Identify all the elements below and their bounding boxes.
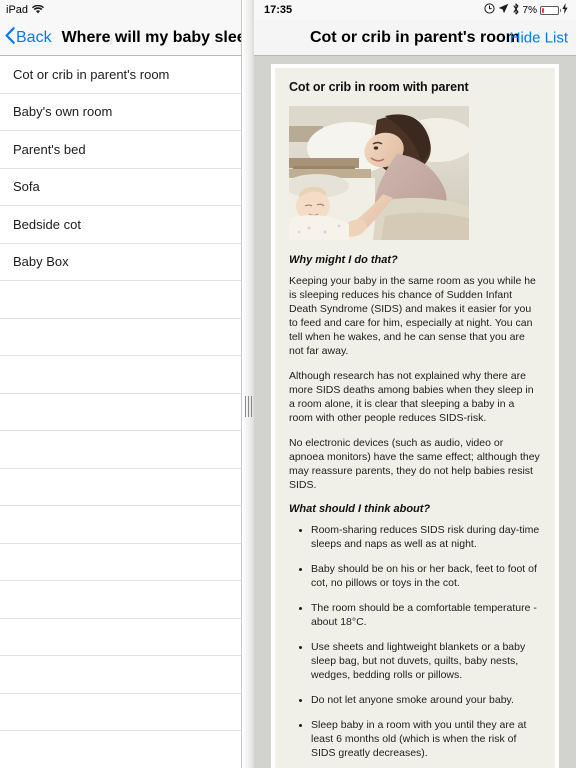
battery-icon — [540, 5, 561, 15]
hide-list-button[interactable]: Hide List — [510, 29, 568, 46]
list-item-empty — [0, 656, 241, 694]
left-status-bar: iPad — [0, 0, 241, 20]
list-item-empty — [0, 281, 241, 319]
list-item-empty — [0, 581, 241, 619]
article-heading: Cot or crib in room with parent — [289, 80, 469, 94]
status-icons-group: 7% — [483, 2, 568, 18]
article-photo — [289, 106, 469, 240]
list-item-empty — [0, 318, 241, 356]
list-item-empty — [0, 693, 241, 731]
detail-pane-title: Cot or crib in parent's room — [309, 28, 521, 46]
list-item-label: Bedside cot — [13, 216, 81, 232]
list-item-label: Baby's own room — [13, 104, 113, 120]
device-name-label: iPad — [6, 4, 29, 16]
article-paragraph: No electronic devices (such as audio, vi… — [289, 437, 540, 491]
right-navigation-bar: Cot or crib in parent's room Hide List — [254, 20, 576, 56]
detail-pane: 17:35 7% Cot or crib in parent's room Hi… — [254, 0, 576, 768]
drag-handle-icon[interactable] — [245, 396, 252, 417]
left-pane-title: Where will my baby sleep? — [61, 28, 241, 46]
list-item-empty — [0, 618, 241, 656]
section-two-heading: What should I think about? — [289, 503, 431, 515]
list-item[interactable]: Cot or crib in parent's room — [0, 56, 241, 94]
section-one-paragraphs: Keeping your baby in the same room as yo… — [289, 274, 541, 492]
list-item-empty — [0, 543, 241, 581]
location-arrow-icon — [498, 3, 509, 17]
sleep-location-list[interactable]: Cot or crib in parent's room Baby's own r… — [0, 56, 241, 768]
right-status-bar: 17:35 7% — [254, 0, 576, 20]
article-bullet: Baby should be on his or her back, feet … — [311, 562, 541, 590]
left-navigation-bar: Back Where will my baby sleep? — [0, 20, 241, 56]
clock-label: 17:35 — [264, 4, 293, 16]
list-item[interactable]: Sofa — [0, 168, 241, 206]
list-item-label: Cot or crib in parent's room — [13, 66, 170, 82]
list-item[interactable]: Bedside cot — [0, 206, 241, 244]
list-item-label: Sofa — [13, 179, 40, 195]
pane-splitter[interactable] — [241, 0, 254, 768]
section-two-bullet-list: Room-sharing reduces SIDS risk during da… — [289, 523, 541, 760]
list-item-empty — [0, 431, 241, 469]
chevron-left-icon — [5, 26, 15, 49]
list-item-label: Baby Box — [13, 254, 69, 270]
master-pane: iPad Back Where will my baby sle Cot or … — [0, 0, 241, 768]
article-bullet: Room-sharing reduces SIDS risk during da… — [311, 523, 541, 551]
article-card: Cot or crib in room with parent Why migh… — [271, 64, 559, 768]
battery-percent-label: 7% — [522, 4, 537, 16]
section-one-heading: Why might I do that? — [289, 254, 398, 266]
charging-bolt-icon — [562, 3, 568, 17]
list-item-empty — [0, 468, 241, 506]
bluetooth-icon — [512, 2, 520, 18]
article-bullet: Do not let anyone smoke around your baby… — [311, 693, 541, 707]
back-button[interactable]: Back — [0, 26, 52, 49]
do-not-disturb-icon — [483, 3, 495, 17]
article-bullet: The room should be a comfortable tempera… — [311, 601, 541, 629]
list-item-empty — [0, 393, 241, 431]
list-item-empty — [0, 731, 241, 768]
article-bullet: Use sheets and lightweight blankets or a… — [311, 640, 541, 682]
ipad-split-view-screen: iPad Back Where will my baby sle Cot or … — [0, 0, 576, 768]
list-item-empty — [0, 506, 241, 544]
article-paragraph: Although research has not explained why … — [289, 370, 534, 424]
article-paragraph: Keeping your baby in the same room as yo… — [289, 275, 536, 357]
wifi-icon — [32, 5, 45, 15]
list-item[interactable]: Parent's bed — [0, 131, 241, 169]
article-bullet: Sleep baby in a room with you until they… — [311, 718, 541, 760]
article-scroll-view[interactable]: Cot or crib in room with parent Why migh… — [254, 57, 576, 768]
list-item-label: Parent's bed — [13, 141, 86, 157]
list-item-empty — [0, 356, 241, 394]
list-item[interactable]: Baby Box — [0, 243, 241, 281]
left-status-bar-left-group: iPad — [6, 4, 45, 16]
back-button-label: Back — [16, 28, 52, 46]
list-item[interactable]: Baby's own room — [0, 93, 241, 131]
